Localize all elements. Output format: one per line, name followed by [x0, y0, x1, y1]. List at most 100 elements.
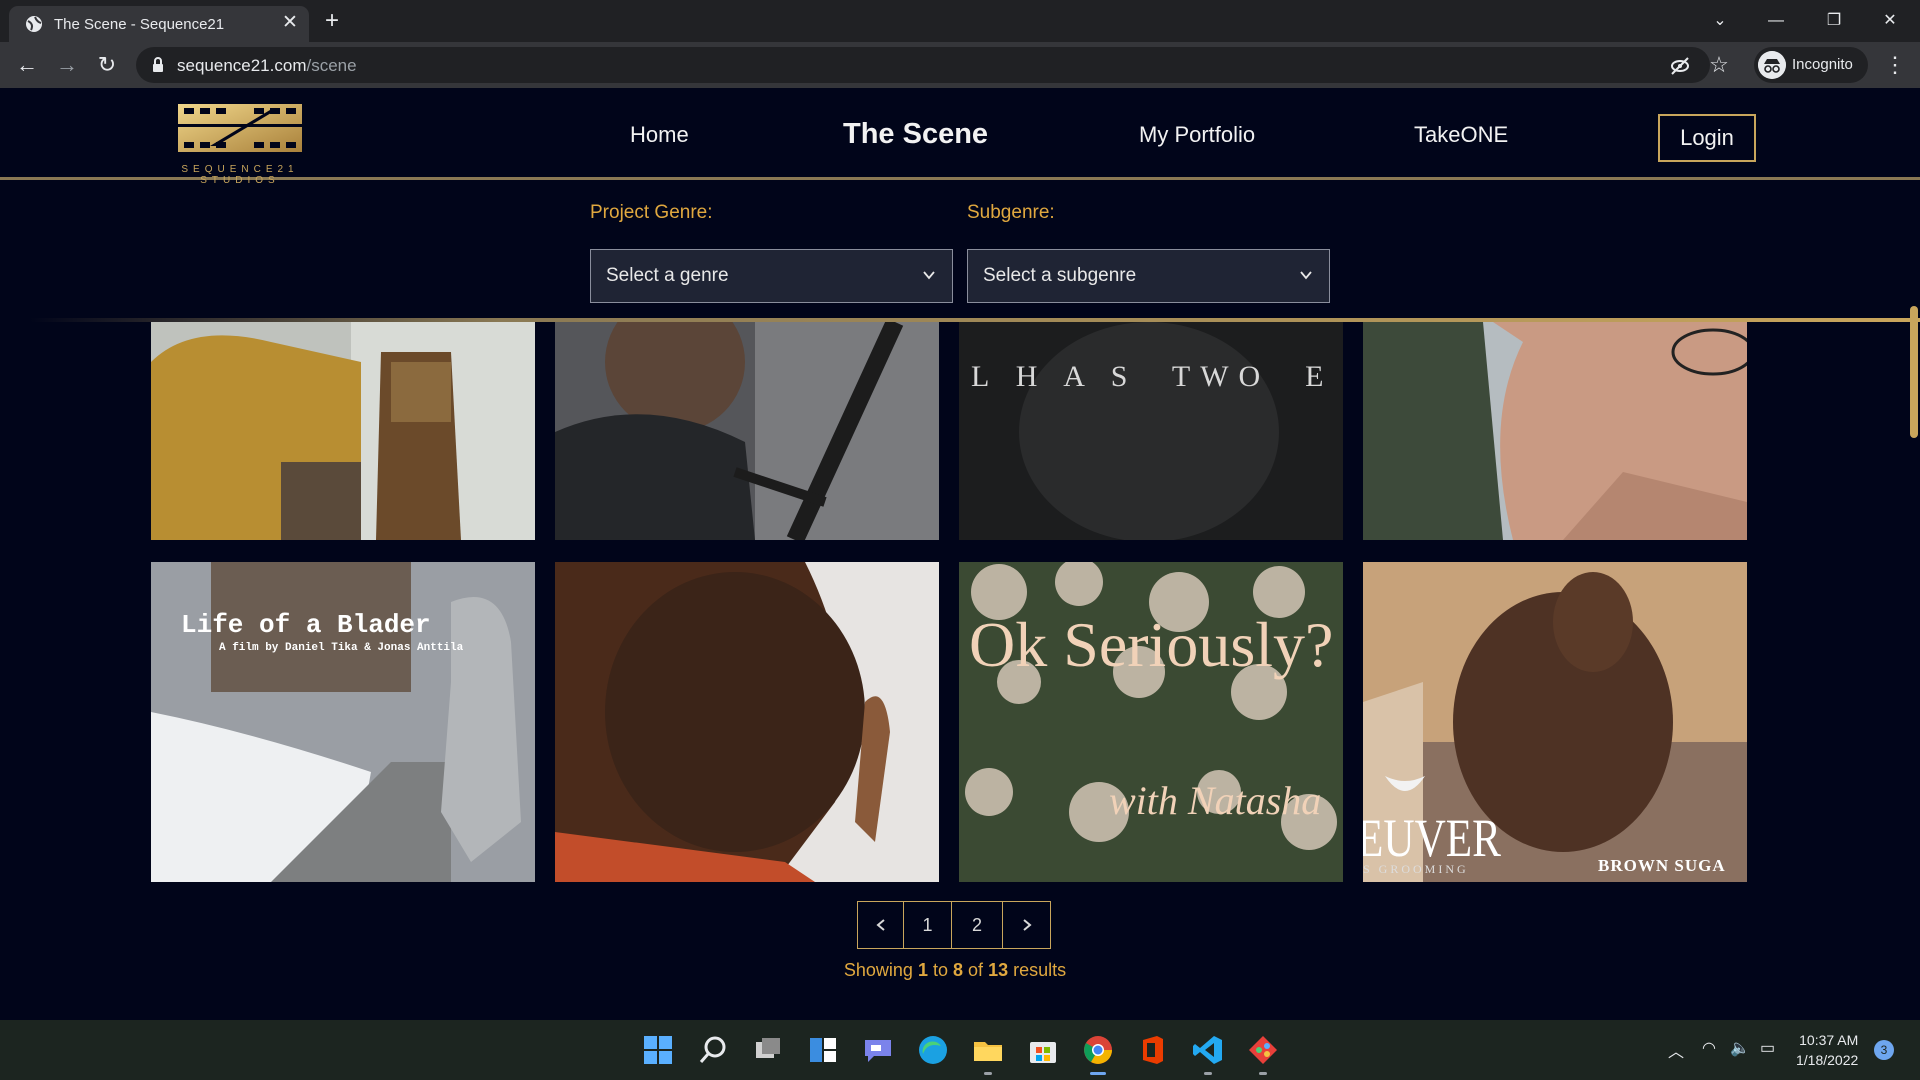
search-icon[interactable] — [697, 1034, 729, 1066]
widgets-icon[interactable] — [807, 1034, 839, 1066]
running-indicator — [984, 1072, 992, 1075]
clock-date: 1/18/2022 — [1796, 1052, 1859, 1068]
lock-icon — [153, 57, 163, 72]
beard-logo-icon — [1385, 776, 1425, 791]
close-tab-icon[interactable]: ✕ — [279, 12, 301, 34]
tab-title: The Scene - Sequence21 — [54, 16, 225, 33]
results-of-word: of — [968, 960, 984, 980]
system-clock[interactable]: 10:37 AM 1/18/2022 — [1796, 1030, 1858, 1070]
file-explorer-icon[interactable] — [972, 1034, 1004, 1066]
results-prefix: Showing — [843, 960, 913, 980]
microsoft-store-icon[interactable] — [1027, 1034, 1059, 1066]
browser-tab[interactable]: The Scene - Sequence21 ✕ — [9, 6, 309, 42]
project-card[interactable] — [555, 562, 939, 882]
incognito-profile-button[interactable]: Incognito — [1754, 47, 1868, 83]
card-title: EUVER — [1363, 808, 1501, 868]
nav-my-portfolio[interactable]: My Portfolio — [1139, 122, 1255, 148]
git-client-icon[interactable] — [1247, 1034, 1279, 1066]
results-from: 1 — [917, 960, 928, 980]
minimize-button[interactable]: — — [1756, 6, 1796, 36]
windows-taskbar: ︿ ◠ 🔈 ▭ 10:37 AM 1/18/2022 3 — [0, 1020, 1920, 1080]
results-summary: Showing 1 to 8 of 13 results — [0, 960, 1910, 981]
teams-chat-icon[interactable] — [862, 1034, 894, 1066]
subgenre-select-value: Select a subgenre — [983, 265, 1137, 286]
running-indicator — [1259, 1072, 1267, 1075]
genre-select-value: Select a genre — [606, 265, 729, 286]
project-thumbnail — [959, 322, 1343, 540]
card-title: Ok Seriously? — [969, 609, 1334, 680]
back-icon[interactable]: ← — [14, 52, 40, 78]
edge-browser-icon[interactable] — [917, 1034, 949, 1066]
project-card[interactable] — [555, 322, 939, 540]
results-suffix: results — [1013, 960, 1067, 980]
project-thumbnail — [151, 322, 535, 540]
new-tab-button[interactable]: + — [325, 8, 339, 34]
reload-icon[interactable]: ↻ — [94, 52, 120, 78]
card-title: Life of a Blader — [181, 610, 431, 640]
project-card[interactable] — [1363, 322, 1747, 540]
vscode-icon[interactable] — [1192, 1034, 1224, 1066]
subgenre-select[interactable]: Select a subgenre — [967, 249, 1330, 303]
sequence21-logo[interactable] — [140, 102, 340, 172]
results-to: 8 — [953, 960, 964, 980]
windows-start-icon[interactable] — [642, 1034, 674, 1066]
chevron-left-icon — [875, 919, 885, 931]
nav-the-scene[interactable]: The Scene — [843, 118, 988, 151]
results-to-word: to — [932, 960, 948, 980]
card-subtitle: A film by Daniel Tika & Jonas Anttila — [219, 642, 464, 654]
project-card[interactable]: EUVER S GROOMING BROWN SUGA — [1363, 562, 1747, 882]
battery-icon[interactable]: ▭ — [1760, 1038, 1775, 1058]
project-card[interactable]: L H A S TWO E — [959, 322, 1343, 540]
card-title: L H A S TWO E — [971, 360, 1334, 393]
office-icon[interactable] — [1137, 1034, 1169, 1066]
eye-off-icon[interactable] — [1669, 55, 1691, 77]
chrome-icon[interactable] — [1082, 1034, 1114, 1066]
clock-time: 10:37 AM — [1799, 1032, 1859, 1048]
project-card[interactable]: Life of a Blader A film by Daniel Tika &… — [151, 562, 535, 882]
nav-takeone[interactable]: TakeONE — [1414, 122, 1508, 148]
volume-icon[interactable]: 🔈 — [1730, 1038, 1750, 1058]
forward-icon[interactable]: → — [54, 52, 80, 78]
tab-search-icon[interactable]: ⌄ — [1700, 6, 1740, 36]
chevron-down-icon — [923, 271, 935, 280]
page-1-button[interactable]: 1 — [903, 902, 951, 948]
genre-label: Project Genre: — [590, 202, 713, 223]
close-window-button[interactable]: ✕ — [1870, 6, 1910, 36]
project-grid: L H A S TWO E Life of a Blader A film by… — [0, 322, 1920, 882]
pagination: 1 2 — [857, 901, 1051, 949]
card-subtitle: S GROOMING — [1363, 862, 1469, 876]
project-card[interactable]: Ok Seriously? with Natasha — [959, 562, 1343, 882]
chevron-right-icon — [1022, 919, 1032, 931]
project-thumbnail — [555, 322, 939, 540]
web-page: SEQUENCE21 STUDIOS Home The Scene My Por… — [0, 88, 1920, 1020]
page-2-button[interactable]: 2 — [951, 902, 1002, 948]
bookmark-star-icon[interactable]: ☆ — [1706, 52, 1732, 78]
project-thumbnail — [1363, 322, 1747, 540]
site-header: SEQUENCE21 STUDIOS Home The Scene My Por… — [0, 88, 1920, 186]
url-path: /scene — [306, 56, 357, 75]
notification-badge[interactable]: 3 — [1874, 1040, 1894, 1060]
globe-icon — [26, 16, 42, 32]
login-button[interactable]: Login — [1658, 114, 1756, 162]
browser-menu-icon[interactable]: ⋮ — [1884, 52, 1906, 78]
url-text: sequence21.com/scene — [177, 56, 357, 76]
project-thumbnail — [555, 562, 939, 882]
wifi-icon[interactable]: ◠ — [1702, 1038, 1716, 1058]
url-host: sequence21.com — [177, 56, 307, 75]
restore-button[interactable]: ❐ — [1814, 6, 1854, 36]
incognito-icon — [1758, 51, 1786, 79]
card-subtitle: with Natasha — [1109, 778, 1322, 823]
project-card[interactable] — [151, 322, 535, 540]
card-brand: BROWN SUGA — [1598, 856, 1726, 875]
address-bar[interactable]: sequence21.com/scene — [136, 47, 1710, 83]
next-page-button[interactable] — [1002, 902, 1050, 948]
task-view-icon[interactable] — [752, 1034, 784, 1066]
browser-toolbar: ← → ↻ sequence21.com/scene ☆ Incognito ⋮ — [0, 42, 1920, 88]
genre-select[interactable]: Select a genre — [590, 249, 953, 303]
show-hidden-icons-icon[interactable]: ︿ — [1668, 1038, 1684, 1062]
subgenre-label: Subgenre: — [967, 202, 1055, 223]
previous-page-button[interactable] — [858, 902, 903, 948]
nav-home[interactable]: Home — [630, 122, 689, 148]
profile-label: Incognito — [1792, 56, 1853, 73]
running-indicator — [1204, 1072, 1212, 1075]
